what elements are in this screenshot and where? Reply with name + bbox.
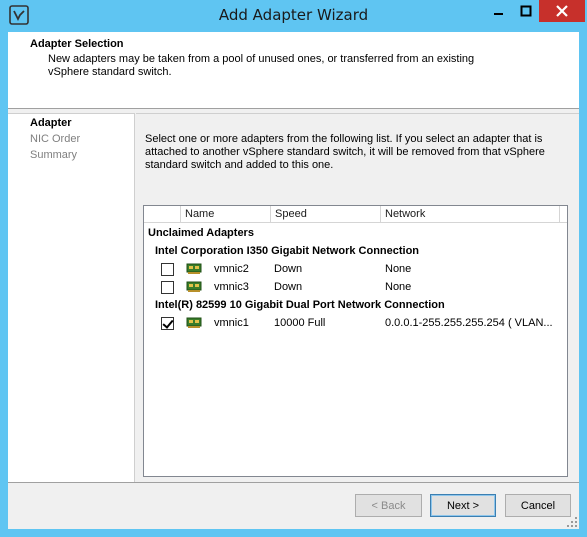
- column-header-speed[interactable]: Speed: [271, 206, 381, 222]
- adapter-checkbox[interactable]: [161, 263, 174, 276]
- group-unclaimed-adapters: Unclaimed Adapters: [148, 227, 254, 239]
- adapter-checkbox-checked[interactable]: [161, 317, 174, 330]
- nav-step-nic-order[interactable]: NIC Order: [30, 133, 80, 145]
- adapter-network: None: [385, 281, 412, 293]
- adapter-row-vmnic2[interactable]: vmnic2 Down None: [144, 261, 567, 279]
- section-intel-i350: Intel Corporation I350 Gigabit Network C…: [155, 245, 420, 257]
- close-icon: [556, 5, 568, 17]
- adapter-checkbox[interactable]: [161, 281, 174, 294]
- adapter-name: vmnic3: [214, 281, 249, 293]
- column-header-select[interactable]: [144, 206, 181, 222]
- column-header-name[interactable]: Name: [181, 206, 271, 222]
- instructions-text: Select one or more adapters from the fol…: [145, 133, 545, 171]
- adapter-row-vmnic1[interactable]: vmnic1 10000 Full 0.0.0.1-255.255.255.25…: [144, 315, 567, 333]
- adapter-name: vmnic2: [214, 263, 249, 275]
- close-button[interactable]: [539, 0, 585, 22]
- minimize-icon: [494, 13, 503, 15]
- nav-step-adapter[interactable]: Adapter: [30, 117, 72, 129]
- wizard-steps-nav: Adapter NIC Order Summary: [8, 113, 135, 482]
- resize-grip-icon[interactable]: [566, 516, 578, 528]
- list-header: Name Speed Network: [144, 206, 567, 223]
- section-intel-82599: Intel(R) 82599 10 Gigabit Dual Port Netw…: [155, 299, 445, 311]
- step-title: Adapter Selection: [30, 38, 124, 50]
- adapter-row-vmnic3[interactable]: vmnic3 Down None: [144, 279, 567, 297]
- maximize-icon: [520, 5, 532, 17]
- network-card-icon: [186, 281, 202, 292]
- adapter-network: 0.0.0.1-255.255.255.254 ( VLAN...: [385, 317, 553, 329]
- wizard-content: Select one or more adapters from the fol…: [136, 113, 579, 482]
- nav-step-summary[interactable]: Summary: [30, 149, 77, 161]
- wizard-header: Adapter Selection New adapters may be ta…: [8, 32, 579, 109]
- title-bar[interactable]: Add Adapter Wizard: [0, 0, 587, 32]
- wizard-window: Add Adapter Wizard Adapter Selection New…: [0, 0, 587, 537]
- adapter-network: None: [385, 263, 412, 275]
- adapter-name: vmnic1: [214, 317, 249, 329]
- step-description: New adapters may be taken from a pool of…: [48, 53, 475, 78]
- adapter-speed: 10000 Full: [274, 317, 326, 329]
- network-card-icon: [186, 263, 202, 274]
- next-button[interactable]: Next >: [430, 494, 496, 517]
- minimize-button[interactable]: [485, 0, 513, 22]
- footer-divider: [8, 482, 579, 483]
- adapter-speed: Down: [274, 263, 303, 275]
- wizard-body: Adapter Selection New adapters may be ta…: [8, 32, 579, 529]
- adapter-list[interactable]: Name Speed Network Unclaimed Adapters In…: [143, 205, 568, 477]
- cancel-button[interactable]: Cancel: [505, 494, 571, 517]
- adapter-speed: Down: [274, 281, 303, 293]
- back-button[interactable]: < Back: [355, 494, 422, 517]
- network-card-icon: [186, 317, 202, 328]
- column-header-network[interactable]: Network: [381, 206, 560, 222]
- maximize-button[interactable]: [513, 0, 539, 22]
